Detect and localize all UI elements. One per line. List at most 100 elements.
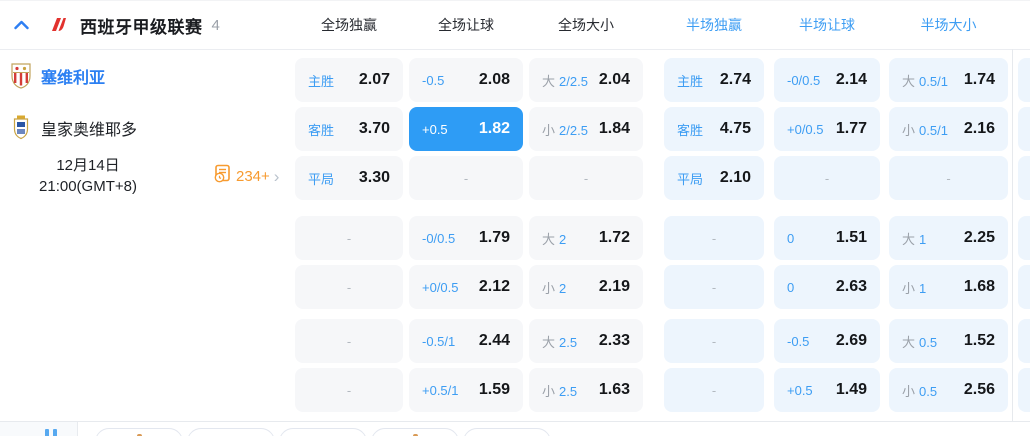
over-under-prefix: 大 [542, 73, 556, 89]
odds-cell[interactable]: 小 2 2.19 [529, 265, 643, 309]
odds-line-label: 大 2.5 [542, 334, 578, 350]
odds-cell[interactable]: 0 1.51 [774, 216, 880, 260]
odds-line-label: 客胜 [308, 122, 335, 138]
home-team-name: 塞维利亚 [41, 69, 106, 87]
odds-cell-empty[interactable]: - [295, 265, 403, 309]
odds-cell[interactable]: 0 2.63 [774, 265, 880, 309]
match-date: 12月14日 [56, 157, 120, 174]
empty-dash: - [346, 279, 352, 295]
odds-cell-empty[interactable]: - [295, 216, 403, 260]
odds-cell[interactable]: -0/0.5 2.14 [774, 58, 880, 102]
over-under-prefix: 大 [902, 334, 916, 350]
match-kickoff: 21:00(GMT+8) [39, 178, 137, 195]
league-header: 西班牙甲级联赛 4 全场独赢 全场让球 全场大小 半场独赢 半场让球 半场大小 [0, 1, 1030, 50]
odds-cell[interactable]: 主胜 2.74 [664, 58, 764, 102]
odds-cell-empty[interactable]: - [664, 368, 764, 412]
odds-line-label: +0.5 [422, 121, 448, 137]
odds-cell[interactable]: 大 2/2.5 2.04 [529, 58, 643, 102]
odds-cell-empty[interactable]: - [889, 156, 1008, 200]
odds-value: 1.77 [835, 120, 867, 137]
odds-cell[interactable]: +0/0.5 1.77 [774, 107, 880, 151]
column-header-ht-handicap[interactable]: 半场让球 [774, 1, 880, 49]
odds-cell-empty[interactable]: - [664, 216, 764, 260]
empty-dash: - [711, 382, 717, 398]
collapse-chevron-up-icon[interactable] [12, 16, 30, 34]
odds-cell-empty[interactable]: - [295, 319, 403, 363]
match-time: 12月14日 21:00(GMT+8) [16, 155, 160, 197]
odds-value: 1.63 [598, 381, 630, 398]
odds-cell[interactable]: 小 0.5 2.56 [889, 368, 1008, 412]
offscreen-column-cell [1018, 368, 1030, 412]
odds-cell[interactable]: -0/0.5 1.79 [409, 216, 523, 260]
odds-cell[interactable]: 小 0.5/1 2.16 [889, 107, 1008, 151]
odds-cell-empty[interactable]: - [529, 156, 643, 200]
team-row-home[interactable]: 塞维利亚 [10, 62, 105, 89]
odds-cell[interactable]: 客胜 3.70 [295, 107, 403, 151]
odds-value: 2.25 [963, 229, 995, 246]
odds-value: 1.51 [835, 229, 867, 246]
odds-cell-empty[interactable]: - [664, 319, 764, 363]
odds-line-label: 0 [787, 279, 795, 295]
odds-cell[interactable]: 小 1 1.68 [889, 265, 1008, 309]
column-header-ht-1x2[interactable]: 半场独赢 [664, 1, 764, 49]
odds-cell[interactable]: +0.5/1 1.59 [409, 368, 523, 412]
odds-value: 2.69 [835, 332, 867, 349]
odds-cell[interactable]: 平局 3.30 [295, 156, 403, 200]
column-header-ft-1x2[interactable]: 全场独赢 [295, 1, 403, 49]
team-row-away[interactable]: 皇家奥维耶多 [10, 114, 137, 141]
next-row-left-panel [0, 422, 78, 436]
empty-dash: - [946, 170, 951, 186]
section-divider [0, 421, 1030, 422]
odds-cell[interactable]: 大 1 2.25 [889, 216, 1008, 260]
over-under-prefix: 大 [902, 231, 916, 247]
odds-cell[interactable]: +0.5 1.82 [409, 107, 523, 151]
odds-cell-empty[interactable]: - [409, 156, 523, 200]
markets-count: 234+ [236, 167, 270, 185]
odds-cell[interactable]: 客胜 4.75 [664, 107, 764, 151]
over-under-prefix: 小 [542, 122, 556, 138]
odds-cell-empty[interactable]: - [664, 265, 764, 309]
away-team-crest-icon [10, 114, 32, 141]
odds-cell-empty[interactable]: - [774, 156, 880, 200]
odds-cell[interactable]: 大 2.5 2.33 [529, 319, 643, 363]
odds-cell[interactable]: -0.5/1 2.44 [409, 319, 523, 363]
empty-dash: - [346, 230, 352, 246]
odds-line-label: 客胜 [677, 122, 704, 138]
odds-cell[interactable]: +0/0.5 2.12 [409, 265, 523, 309]
column-header-ft-handicap[interactable]: 全场让球 [409, 1, 523, 49]
odds-line-label: 小 2.5 [542, 383, 578, 399]
odds-line-label: -0/0.5 [422, 230, 456, 246]
odds-value: 2.56 [963, 381, 995, 398]
odds-cell[interactable]: 大 2 1.72 [529, 216, 643, 260]
odds-line-label: 大1 [902, 231, 927, 247]
odds-value: 2.04 [598, 71, 630, 88]
odds-cell[interactable]: 平局 2.10 [664, 156, 764, 200]
column-header-ft-totals[interactable]: 全场大小 [529, 1, 643, 49]
column-header-ht-totals[interactable]: 半场大小 [889, 1, 1008, 49]
odds-line-label: -0.5/1 [422, 333, 456, 349]
odds-cell[interactable]: +0.5 1.49 [774, 368, 880, 412]
odds-value: 1.84 [598, 120, 630, 137]
odds-line-label: 小2 [542, 280, 567, 296]
odds-cell[interactable]: -0.5 2.69 [774, 319, 880, 363]
odds-line-label: 平局 [677, 171, 704, 187]
odds-cell[interactable]: 大 0.5 1.52 [889, 319, 1008, 363]
odds-value: 2.10 [719, 169, 751, 186]
empty-dash: - [583, 170, 589, 186]
over-under-prefix: 大 [542, 231, 556, 247]
odds-cell[interactable]: 主胜 2.07 [295, 58, 403, 102]
odds-cell-empty[interactable]: - [295, 368, 403, 412]
odds-line-label: 小 2/2.5 [542, 122, 588, 138]
odds-value: 3.30 [358, 169, 390, 186]
odds-line-label: -0.5 [422, 72, 445, 88]
laliga-logo-icon [48, 15, 68, 35]
odds-cell[interactable]: -0.5 2.08 [409, 58, 523, 102]
odds-value: 1.82 [478, 120, 510, 137]
odds-cell[interactable]: 小 2/2.5 1.84 [529, 107, 643, 151]
odds-cell[interactable]: 小 2.5 1.63 [529, 368, 643, 412]
over-under-prefix: 小 [902, 122, 916, 138]
more-markets-link[interactable]: 234+ › [213, 164, 279, 188]
odds-cell[interactable]: 大 0.5/1 1.74 [889, 58, 1008, 102]
over-under-prefix: 小 [902, 383, 916, 399]
empty-dash: - [711, 230, 717, 246]
